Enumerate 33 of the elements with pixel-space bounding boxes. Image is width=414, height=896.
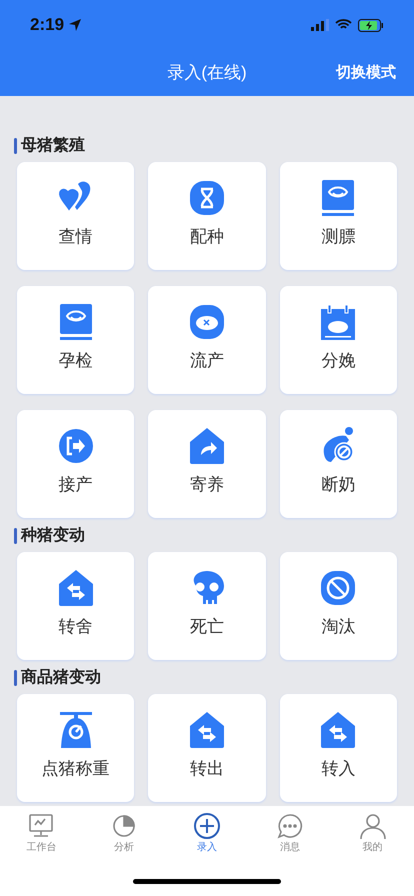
add-icon [192, 812, 222, 840]
wifi-icon [335, 19, 352, 31]
tab-item[interactable]: 录入 [166, 812, 248, 862]
page-title: 录入(在线) [167, 62, 247, 84]
signal-icon [311, 19, 329, 31]
tab-item[interactable]: 分析 [82, 812, 166, 862]
entry-tile[interactable]: 查情 [17, 162, 134, 270]
entry-tile[interactable]: 接产 [17, 410, 134, 518]
tab-item[interactable]: 工作台 [0, 812, 83, 862]
tab-item[interactable]: 我的 [331, 812, 414, 862]
chat-icon [274, 812, 305, 840]
switch-mode-button[interactable]: 切换模式 [336, 62, 396, 84]
location-arrow-icon [68, 18, 82, 32]
entry-tile[interactable]: 死亡 [148, 552, 266, 660]
entry-tile[interactable]: 测膘 [280, 162, 397, 270]
section-title: 母猪繁殖 [21, 136, 85, 156]
entry-tile[interactable]: 淘汰 [280, 552, 397, 660]
battery-charging-icon [358, 18, 384, 32]
entry-tile[interactable]: 转舍 [17, 552, 134, 660]
section-title: 商品猪变动 [21, 667, 101, 688]
entry-tile[interactable]: 寄养 [148, 410, 266, 518]
person-icon [358, 812, 388, 840]
entry-tile[interactable]: 配种 [148, 162, 266, 270]
entry-tile[interactable]: 断奶 [280, 410, 397, 518]
section-title: 种猪变动 [21, 525, 85, 546]
entry-tile[interactable]: 流产 [148, 286, 266, 394]
entry-tile[interactable]: 分娩 [280, 286, 397, 394]
entry-tile[interactable]: 点猪称重 [17, 694, 134, 802]
tab-item[interactable]: 消息 [248, 812, 332, 862]
entry-tile[interactable]: 转入 [280, 694, 397, 802]
entry-tile[interactable]: 转出 [148, 694, 266, 802]
status-time: 2:19 [30, 14, 64, 36]
entry-tile[interactable]: 孕检 [17, 286, 134, 394]
